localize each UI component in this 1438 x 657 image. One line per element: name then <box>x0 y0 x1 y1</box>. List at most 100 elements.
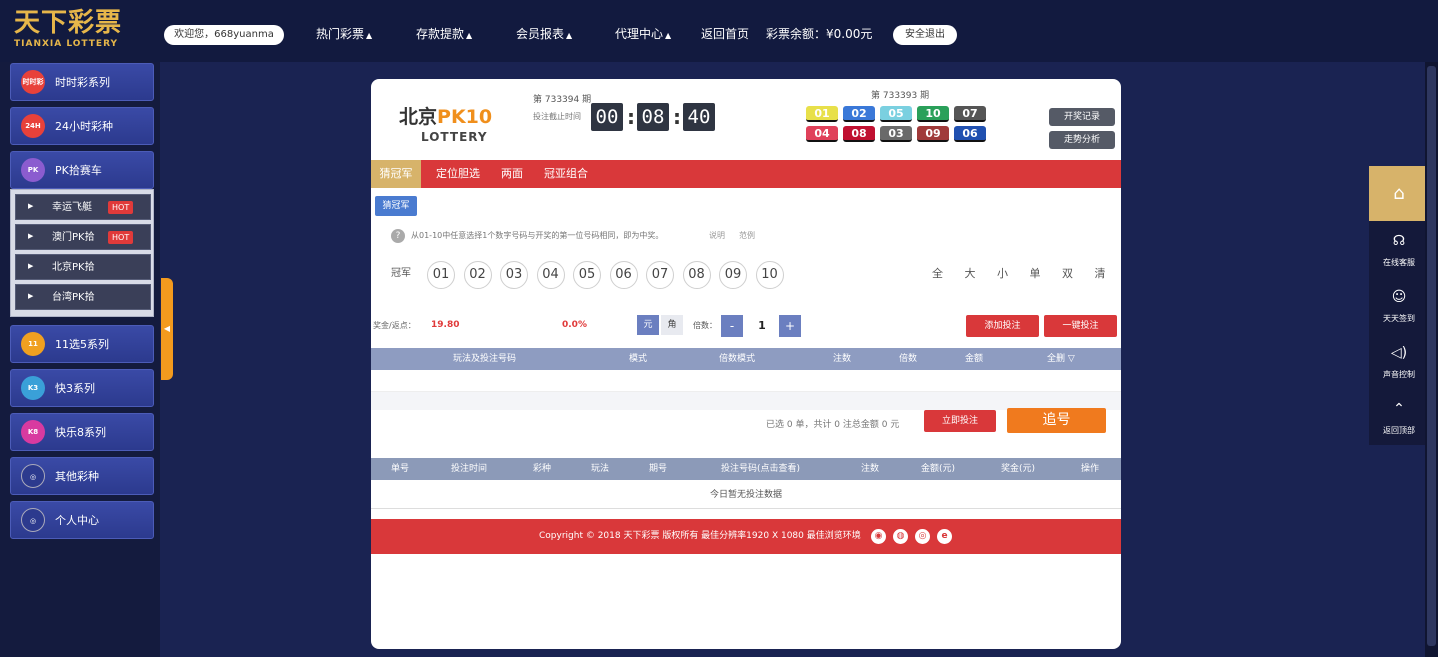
hot-badge: HOT <box>108 201 134 214</box>
col-order-id: 单号 <box>391 464 410 474</box>
trend-analysis-button[interactable]: 走势分析 <box>1049 131 1115 149</box>
tab-champion-combo[interactable]: 冠亚组合 <box>537 160 595 188</box>
draw-history-button[interactable]: 开奖记录 <box>1049 108 1115 126</box>
col-play: 玩法 <box>591 464 610 474</box>
nav-agent-center[interactable]: 代理中心 ▲ <box>615 26 671 44</box>
balance-value: ¥0.00元 <box>826 27 873 41</box>
number-ball-02[interactable]: 02 <box>463 261 492 289</box>
select-all-button[interactable]: 全 <box>932 267 943 281</box>
submenu-item-beijing-pk10[interactable]: ▶ 北京PK拾 <box>15 254 151 280</box>
quick-bet-button[interactable]: 一键投注 <box>1044 315 1117 337</box>
select-even-button[interactable]: 双 <box>1062 267 1073 281</box>
sidebar-item-user-center[interactable]: ◎ 个人中心 <box>10 501 154 539</box>
number-ball-05[interactable]: 05 <box>573 261 601 289</box>
caret-up-icon: ▲ <box>566 31 573 40</box>
number-ball-01[interactable]: 01 <box>427 261 455 289</box>
select-small-button[interactable]: 小 <box>997 267 1008 281</box>
multiplier-increase-button[interactable]: + <box>779 315 801 337</box>
chase-number-button[interactable]: 追号 <box>1007 408 1106 433</box>
col-multiplier: 倍数 <box>899 354 918 364</box>
rebate-value: 19.80 <box>431 320 460 330</box>
logo-text: 天下彩票 <box>14 8 123 38</box>
firefox-icon: ◍ <box>893 529 908 544</box>
number-ball-06[interactable]: 06 <box>609 261 638 289</box>
top-bar: 天下彩票 TIANXIA LOTTERY 欢迎您，668yuanma 热门彩票 ▲… <box>0 0 1438 62</box>
rebate-percent: 0.0% <box>562 320 587 330</box>
sidebar-item-ssc[interactable]: 时时彩 时时彩系列 <box>10 63 154 101</box>
select-big-button[interactable]: 大 <box>965 267 976 281</box>
sidebar-item-k3[interactable]: K3 快3系列 <box>10 369 154 407</box>
nav-hot-lottery[interactable]: 热门彩票 ▲ <box>316 26 372 44</box>
logout-button[interactable]: 安全退出 <box>893 25 957 45</box>
bet-cart-body <box>371 370 1121 392</box>
help-icon: ? <box>391 229 405 243</box>
submenu-item-lucky-airship[interactable]: ▶ 幸运飞艇 HOT <box>15 194 151 220</box>
sidebar-collapse-handle[interactable]: ◀ <box>161 278 173 380</box>
add-bet-button[interactable]: 添加投注 <box>966 315 1039 337</box>
delete-all-button[interactable]: 全删 ▽ <box>1047 348 1075 370</box>
rules-link[interactable]: 说明 <box>709 230 725 242</box>
number-ball-08[interactable]: 08 <box>682 261 711 289</box>
countdown-seconds: 40 <box>683 103 715 131</box>
caret-up-icon: ▲ <box>466 31 473 40</box>
ie-icon: e <box>937 529 952 544</box>
example-link[interactable]: 范例 <box>739 230 755 242</box>
caret-up-icon: ▲ <box>665 31 672 40</box>
back-to-top-button[interactable]: ⌃ 返回顶部 <box>1369 391 1429 445</box>
col-bet-count: 注数 <box>861 464 880 474</box>
submit-bet-button[interactable]: 立即投注 <box>924 410 996 432</box>
sound-control-button[interactable]: ◁) 声音控制 <box>1369 335 1429 389</box>
draw-ball: 02 <box>843 106 875 122</box>
scrollbar-thumb[interactable] <box>1427 66 1436 646</box>
number-ball-03[interactable]: 03 <box>500 261 528 289</box>
current-issue: 第 733394 期 <box>533 95 592 105</box>
online-support-button[interactable]: ☊ 在线客服 <box>1369 223 1429 277</box>
daily-checkin-button[interactable]: ☺ 天天签到 <box>1369 279 1429 333</box>
bullet-icon: ▶ <box>28 292 34 300</box>
unit-jiao-toggle[interactable]: 角 <box>661 315 683 335</box>
empty-history-message: 今日暂无投注数据 <box>371 481 1121 509</box>
col-amount: 金额 <box>965 354 984 364</box>
number-ball-07[interactable]: 07 <box>646 261 674 289</box>
nav-home-link[interactable]: 返回首页 <box>701 26 749 42</box>
draw-ball: 08 <box>843 126 875 142</box>
subtab-guess-champion[interactable]: 猜冠军 <box>375 196 417 216</box>
multiplier-label: 倍数： <box>693 321 717 330</box>
clear-button[interactable]: 清 <box>1095 267 1106 281</box>
sidebar-item-kl8[interactable]: K8 快乐8系列 <box>10 413 154 451</box>
number-ball-10[interactable]: 10 <box>755 261 784 289</box>
sidebar-item-other[interactable]: ◎ 其他彩种 <box>10 457 154 495</box>
sidebar-item-11x5[interactable]: 11 11选5系列 <box>10 325 154 363</box>
pk10-submenu: ▶ 幸运飞艇 HOT ▶ 澳门PK拾 HOT ▶ 北京PK拾 ▶ 台湾PK拾 <box>10 189 154 317</box>
game-brand: 北京PK10 LOTTERY <box>399 106 493 144</box>
number-ball-09[interactable]: 09 <box>719 261 747 289</box>
number-ball-04[interactable]: 04 <box>536 261 565 289</box>
col-prize: 奖金(元) <box>1001 464 1036 474</box>
24h-icon: 24H <box>21 114 45 138</box>
sidebar-item-pk10[interactable]: PK PK拾赛车 <box>10 151 154 189</box>
sidebar-item-24h[interactable]: 24H 24小时彩种 <box>10 107 154 145</box>
select-odd-button[interactable]: 单 <box>1030 267 1041 281</box>
unit-yuan-toggle[interactable]: 元 <box>637 315 659 335</box>
multiplier-decrease-button[interactable]: - <box>721 315 743 337</box>
logo[interactable]: 天下彩票 TIANXIA LOTTERY <box>14 8 138 54</box>
nav-member-report[interactable]: 会员报表 ▲ <box>516 26 572 44</box>
nav-deposit-withdraw[interactable]: 存款提款 ▲ <box>416 26 472 44</box>
copyright-text: Copyright © 2018 天下彩票 版权所有 最佳分辨率1920 X 1… <box>539 531 861 541</box>
headset-icon: ☊ <box>1392 233 1406 249</box>
k3-icon: K3 <box>21 376 45 400</box>
bet-history-header: 单号 投注时间 彩种 玩法 期号 投注号码(点击查看) 注数 金额(元) 奖金(… <box>371 458 1121 480</box>
submenu-item-taiwan-pk10[interactable]: ▶ 台湾PK拾 <box>15 284 151 310</box>
ssc-icon: 时时彩 <box>21 70 45 94</box>
tab-two-sides[interactable]: 两面 <box>495 160 529 188</box>
col-bet-time: 投注时间 <box>451 464 488 474</box>
multiplier-input[interactable]: 1 <box>747 317 777 335</box>
col-issue: 期号 <box>649 464 668 474</box>
tab-position[interactable]: 定位胆选 <box>429 160 487 188</box>
submenu-item-macau-pk10[interactable]: ▶ 澳门PK拾 HOT <box>15 224 151 250</box>
home-icon[interactable]: ⌂ <box>1369 166 1429 221</box>
tab-guess-champion[interactable]: 猜冠军 <box>371 160 421 188</box>
draw-ball: 05 <box>880 106 912 122</box>
chevron-left-icon: ◀ <box>163 324 171 333</box>
countdown-hours: 00 <box>591 103 623 131</box>
